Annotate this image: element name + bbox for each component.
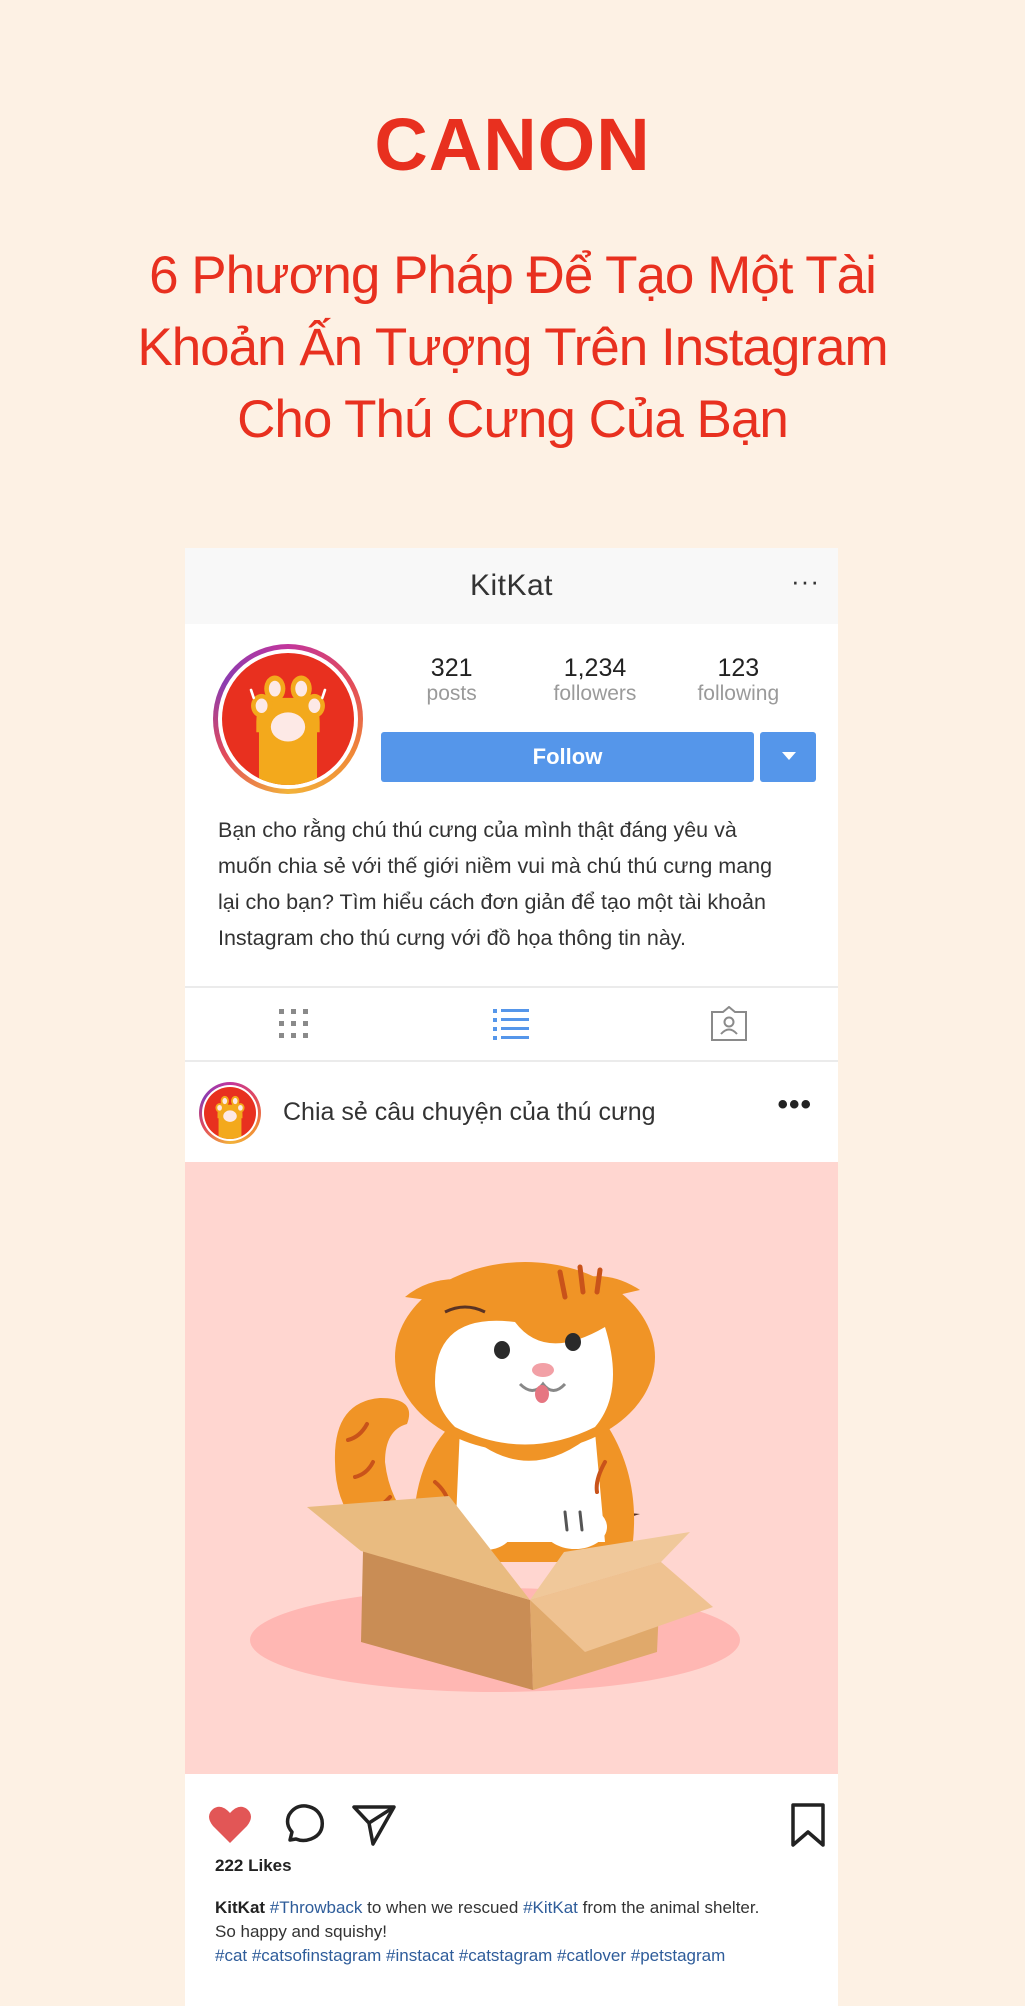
paw-icon xyxy=(249,675,327,785)
post-more-button[interactable]: ••• xyxy=(777,1088,812,1122)
profile-more-button[interactable]: ··· xyxy=(791,566,820,597)
caption-username[interactable]: KitKat xyxy=(215,1898,265,1917)
likes-count: 222 Likes xyxy=(215,1856,292,1875)
stat-followers-label: followers xyxy=(553,682,637,705)
post-caption: KitKat #Throwback to when we rescued #Ki… xyxy=(215,1896,815,1968)
stat-posts-label: posts xyxy=(426,682,477,705)
profile-avatar[interactable] xyxy=(213,644,363,794)
stat-posts[interactable]: 321 posts xyxy=(382,654,522,706)
post-image[interactable] xyxy=(185,1162,838,1774)
caption-line-2: So happy and squishy! xyxy=(215,1922,388,1941)
caption-text-2: from the animal shelter. xyxy=(582,1898,760,1917)
brand-logo: CANON xyxy=(374,103,651,186)
bio-line-4: Instagram cho thú cưng với đồ họa thông … xyxy=(218,926,686,950)
profile-tabs xyxy=(185,986,838,1062)
headline-line-2: Khoản Ấn Tượng Trên Instagram xyxy=(137,318,888,377)
tagged-icon xyxy=(711,1006,748,1041)
profile-header-bar: KitKat ··· xyxy=(185,548,838,624)
share-icon[interactable] xyxy=(351,1802,397,1848)
paw-icon xyxy=(215,1095,245,1139)
bio-line-2: muốn chia sẻ với thế giới niềm vui mà ch… xyxy=(218,854,773,878)
stat-followers-value: 1,234 xyxy=(563,654,627,682)
headline-line-3: Cho Thú Cưng Của Bạn xyxy=(237,390,789,449)
stat-following-label: following xyxy=(697,682,780,705)
stat-posts-value: 321 xyxy=(430,654,473,682)
post-actions xyxy=(185,1774,838,1864)
caption-text-1: to when we rescued xyxy=(367,1898,519,1917)
cat-in-box-illustration xyxy=(250,1262,740,1692)
headline: 6 Phương Pháp Để Tạo Một Tài Khoản Ấn Tư… xyxy=(80,240,945,456)
follow-row: Follow xyxy=(381,732,816,782)
caption-hashtag-throwback[interactable]: #Throwback xyxy=(270,1898,363,1917)
grid-icon xyxy=(278,1009,308,1038)
tab-grid[interactable] xyxy=(264,999,324,1049)
headline-line-1: 6 Phương Pháp Để Tạo Một Tài xyxy=(149,246,877,305)
profile-bio: Bạn cho rằng chú thú cưng của mình thật … xyxy=(218,812,818,956)
comment-icon[interactable] xyxy=(281,1802,327,1848)
bio-line-1: Bạn cho rằng chú thú cưng của mình thật … xyxy=(218,818,737,842)
heart-icon[interactable] xyxy=(207,1802,253,1848)
stat-following[interactable]: 123 following xyxy=(668,654,808,706)
instagram-profile-mockup: KitKat ··· 321 posts 1,234 followers 123… xyxy=(185,548,838,2006)
post-header: Chia sẻ câu chuyện của thú cưng ••• xyxy=(185,1062,838,1162)
stat-following-value: 123 xyxy=(717,654,760,682)
post-title: Chia sẻ câu chuyện của thú cưng xyxy=(283,1098,656,1126)
post-avatar[interactable] xyxy=(199,1082,261,1144)
bookmark-icon[interactable] xyxy=(785,1802,831,1848)
bio-line-3: lại cho bạn? Tìm hiểu cách đơn giản để t… xyxy=(218,890,766,914)
tab-list[interactable] xyxy=(481,999,541,1049)
profile-username: KitKat xyxy=(469,569,554,602)
follow-dropdown-button[interactable] xyxy=(760,732,816,782)
tab-tagged[interactable] xyxy=(699,999,759,1049)
stat-followers[interactable]: 1,234 followers xyxy=(525,654,665,706)
list-icon xyxy=(493,1009,530,1040)
profile-stats: 321 posts 1,234 followers 123 following xyxy=(380,654,810,706)
caption-hashtags[interactable]: #cat #catsofinstagram #instacat #catstag… xyxy=(215,1944,815,1968)
follow-button[interactable]: Follow xyxy=(381,732,754,782)
caption-hashtag-kitkat[interactable]: #KitKat xyxy=(523,1898,578,1917)
